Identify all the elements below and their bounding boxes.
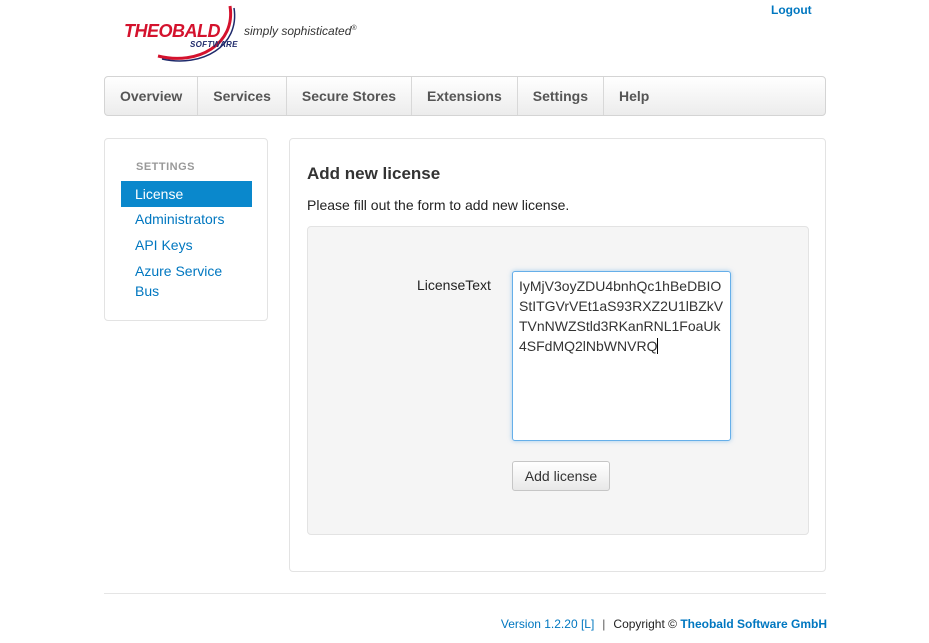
sidebar-item-administrators[interactable]: Administrators [121, 209, 252, 229]
logo-tagline: simply sophisticated® [244, 24, 357, 38]
copyright-text: Copyright © [613, 617, 677, 631]
add-license-button[interactable]: Add license [512, 461, 610, 491]
logo-subtitle: SOFTWARE [190, 40, 238, 49]
footer-divider [104, 593, 826, 594]
nav-extensions[interactable]: Extensions [412, 77, 518, 115]
sidebar-item-license[interactable]: License [121, 181, 252, 207]
page-title: Add new license [307, 164, 441, 183]
sidebar-item-api-keys[interactable]: API Keys [121, 235, 252, 255]
license-form: LicenseText IyMjV3oyZDU4bnhQc1hBeDBIOStI… [307, 226, 809, 535]
settings-sidebar: SETTINGS License Administrators API Keys… [104, 138, 268, 321]
version-link[interactable]: Version 1.2.20 [L] [501, 617, 594, 631]
registered-mark: ® [351, 25, 357, 32]
nav-secure-stores[interactable]: Secure Stores [287, 77, 413, 115]
logout-link[interactable]: Logout [771, 3, 812, 17]
page-description: Please fill out the form to add new lice… [307, 197, 570, 213]
text-cursor [657, 338, 659, 354]
nav-settings[interactable]: Settings [518, 77, 604, 115]
sidebar-header: SETTINGS [136, 161, 196, 173]
license-text-input[interactable]: IyMjV3oyZDU4bnhQc1hBeDBIOStITGVrVEt1aS93… [512, 271, 731, 441]
logo-wordmark: THEOBALD [124, 21, 221, 41]
footer: Version 1.2.20 [L] | Copyright © Theobald … [501, 617, 827, 631]
license-text-value: IyMjV3oyZDU4bnhQc1hBeDBIOStITGVrVEt1aS93… [519, 278, 724, 354]
main-panel: Add new license Please fill out the form… [289, 138, 826, 572]
sidebar-item-azure-service-bus[interactable]: Azure Service Bus [121, 261, 241, 301]
license-text-label: LicenseText [417, 277, 491, 293]
main-navbar: Overview Services Secure Stores Extensio… [104, 76, 826, 116]
theobald-logo: THEOBALD SOFTWARE simply sophisticated® [118, 4, 378, 64]
logo-tagline-text: simply sophisticated [244, 24, 352, 38]
nav-services[interactable]: Services [198, 77, 287, 115]
footer-separator: | [602, 617, 606, 631]
nav-help[interactable]: Help [604, 77, 664, 115]
company-link[interactable]: Theobald Software GmbH [680, 617, 827, 631]
nav-overview[interactable]: Overview [105, 77, 199, 115]
